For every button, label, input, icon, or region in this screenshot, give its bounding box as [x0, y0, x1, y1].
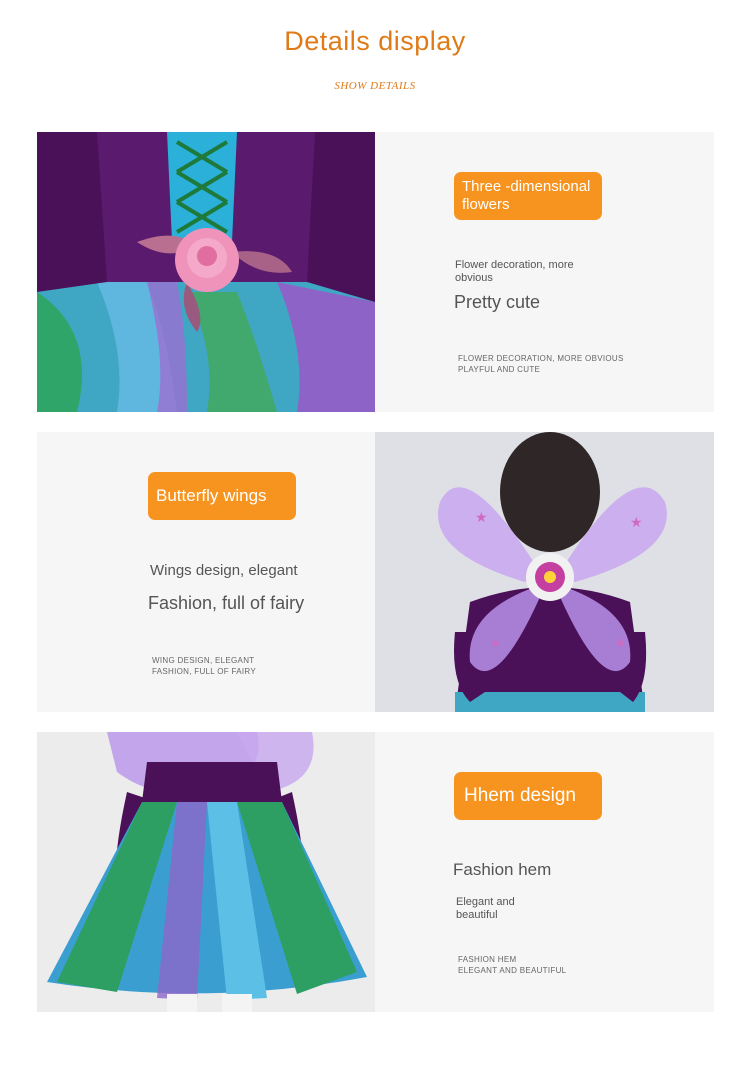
- flowers-caps2: PLAYFUL AND CUTE: [458, 365, 541, 374]
- hem-badge: Hhem design: [454, 772, 602, 820]
- detail-row-wings: Butterfly wings Wings design, elegant Fa…: [37, 432, 714, 712]
- page-subtitle: SHOW DETAILS: [334, 80, 416, 92]
- flower-detail-photo: [37, 132, 375, 412]
- flowers-line1: Flower decoration, more obvious: [455, 259, 574, 284]
- hem-detail-photo: [37, 732, 375, 1012]
- page-title: Details display: [284, 26, 466, 56]
- svg-text:★: ★: [630, 514, 643, 530]
- flowers-badge: Three -dimensional flowers: [454, 172, 602, 220]
- wings-caps2: FASHION, FULL OF FAIRY: [152, 667, 256, 676]
- detail-row-flowers: Three -dimensional flowers Flower decora…: [37, 132, 714, 412]
- flowers-caps1: FLOWER DECORATION, MORE OBVIOUS: [458, 354, 624, 363]
- hem-caps1: FASHION HEM: [458, 955, 517, 964]
- svg-text:★: ★: [490, 636, 501, 650]
- wings-detail-photo: ★ ★ ★ ★: [375, 432, 714, 712]
- svg-text:★: ★: [615, 636, 626, 650]
- detail-row-hem: Hhem design Fashion hem Elegant and beau…: [37, 732, 714, 1012]
- hem-line1: Fashion hem: [453, 860, 552, 879]
- wings-caps1: WING DESIGN, ELEGANT: [152, 656, 255, 665]
- wings-badge: Butterfly wings: [148, 472, 296, 520]
- hem-caps2: ELEGANT AND BEAUTIFUL: [458, 966, 567, 975]
- wings-line2: Fashion, full of fairy: [148, 593, 305, 613]
- flowers-line2: Pretty cute: [454, 292, 541, 312]
- svg-text:★: ★: [475, 509, 488, 525]
- hem-line2: Elegant and beautiful: [456, 896, 515, 921]
- wings-line1: Wings design, elegant: [150, 562, 298, 579]
